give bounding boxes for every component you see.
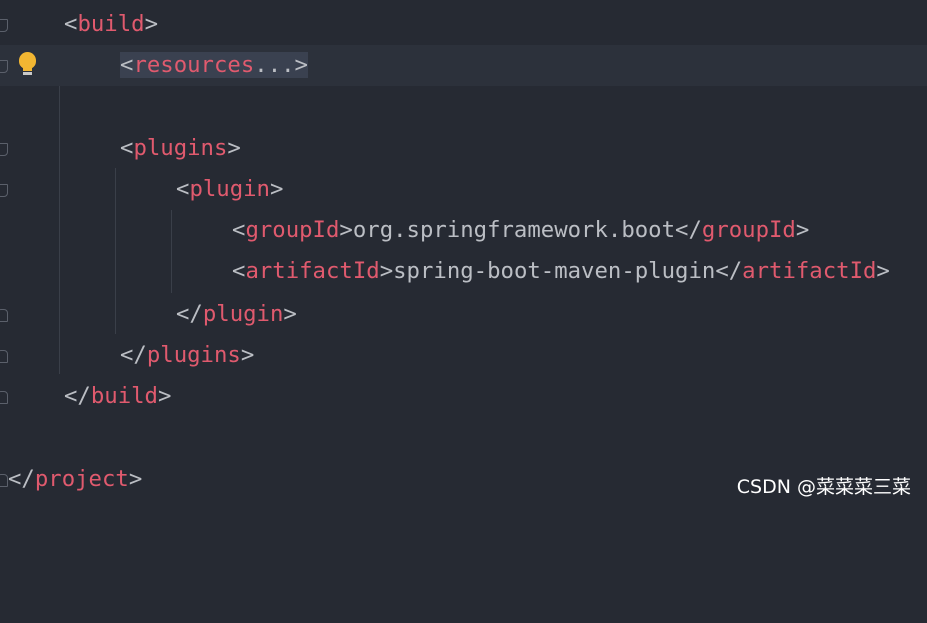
watermark: CSDN @菜菜菜三菜 [736,476,911,498]
code-editor[interactable]: <build> <resources...> <plugins> <plugin… [0,0,927,507]
code-line[interactable]: <artifactId>spring-boot-maven-plugin</ar… [0,251,927,292]
code-line[interactable]: <plugins> [0,128,927,169]
fold-open-icon[interactable] [0,143,8,156]
code-line[interactable]: </build> [0,376,927,417]
code-line[interactable]: <plugin> [0,169,927,210]
fold-close-icon[interactable] [0,474,8,487]
collapsed-region[interactable]: <resources...> [120,52,308,78]
code-line[interactable]: <build> [0,4,927,45]
code-line[interactable]: <groupId>org.springframework.boot</group… [0,210,927,251]
code-line[interactable]: </plugins> [0,335,927,376]
tag-name: build [77,11,145,37]
fold-close-icon[interactable] [0,309,8,322]
fold-close-icon[interactable] [0,391,8,404]
lightbulb-icon[interactable] [18,52,38,78]
code-line-current[interactable]: <resources...> [0,45,927,86]
fold-open-icon[interactable] [0,60,8,73]
fold-open-icon[interactable] [0,184,8,197]
fold-open-icon[interactable] [0,19,8,32]
code-line[interactable]: </plugin> [0,294,927,335]
element-text: spring-boot-maven-plugin [393,258,716,284]
element-text: org.springframework.boot [352,217,676,243]
fold-close-icon[interactable] [0,350,8,363]
